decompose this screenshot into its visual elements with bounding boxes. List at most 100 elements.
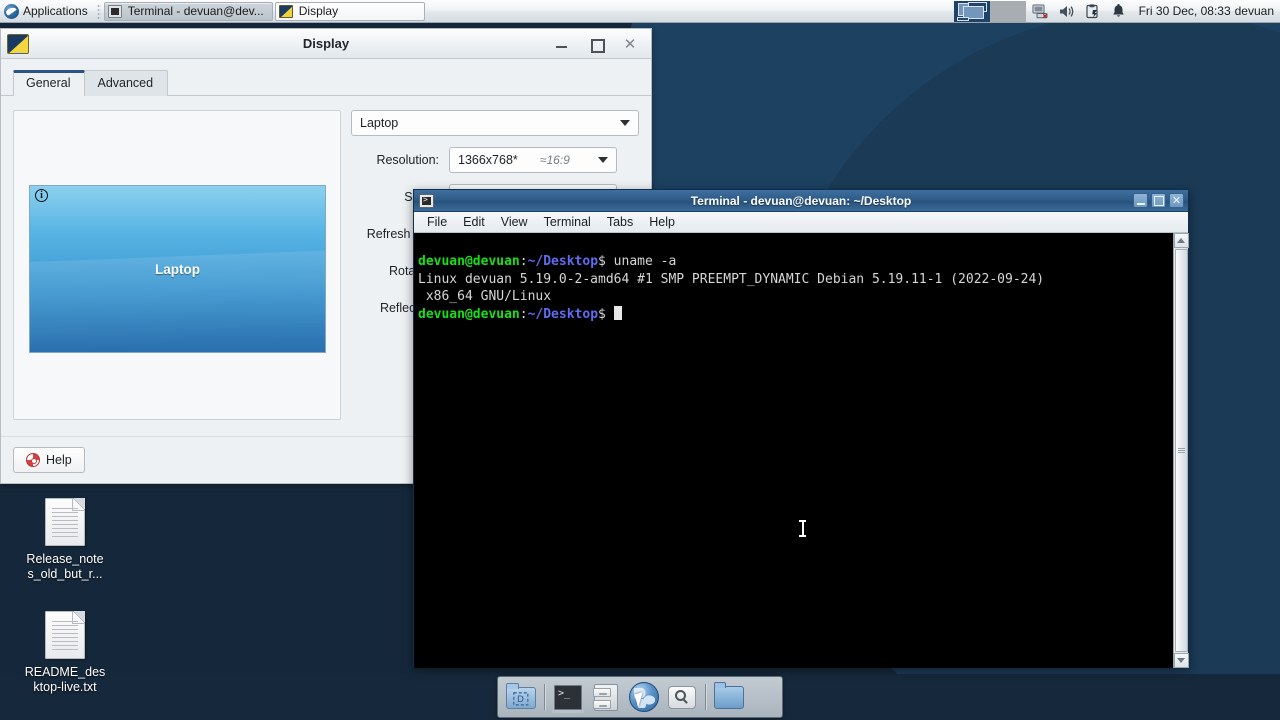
- terminal-line: devuan@devuan:~/Desktop$ uname -a: [418, 253, 1169, 271]
- chevron-down-icon: [620, 120, 630, 126]
- taskbar-item-terminal[interactable]: Terminal - devuan@dev...: [103, 1, 273, 21]
- svg-text:D: D: [517, 695, 524, 705]
- top-panel: Applications Terminal - devuan@dev... Di…: [0, 0, 1280, 23]
- prompt-path: ~/Desktop: [527, 253, 599, 269]
- dock-separator: [544, 684, 545, 710]
- resolution-combobox[interactable]: 1366x768* ≈16:9: [449, 147, 617, 173]
- network-disconnected-icon[interactable]: [1032, 4, 1049, 19]
- terminal-command: [606, 307, 614, 322]
- display-minimize-button[interactable]: [555, 37, 569, 51]
- taskbar-item-terminal-label: Terminal - devuan@dev...: [127, 4, 264, 18]
- terminal-minimize-button[interactable]: [1133, 193, 1148, 208]
- tab-advanced[interactable]: Advanced: [84, 70, 169, 96]
- dock-file-manager-folder-icon[interactable]: [713, 681, 745, 713]
- desktop-icon-label-line1: Release_note: [26, 552, 104, 566]
- monitor-preview-laptop[interactable]: i Laptop: [29, 185, 326, 353]
- prompt-dollar: $: [598, 253, 606, 269]
- terminal-cursor: [613, 306, 622, 321]
- notification-bell-icon[interactable]: [1110, 3, 1127, 19]
- prompt-user: devuan@devuan: [418, 307, 520, 323]
- menu-tabs[interactable]: Tabs: [599, 214, 641, 230]
- chevron-down-icon: [597, 157, 608, 163]
- clipboard-icon[interactable]: [1084, 3, 1101, 19]
- workspace-2-button[interactable]: [989, 0, 1026, 22]
- monitor-preview-label: Laptop: [155, 261, 200, 277]
- workspace-1-button[interactable]: [953, 0, 990, 22]
- menu-view[interactable]: View: [493, 214, 536, 230]
- monitor-preview-area[interactable]: i Laptop: [13, 110, 341, 420]
- terminal-close-button[interactable]: ✕: [1169, 193, 1184, 208]
- monitor-select-combobox[interactable]: Laptop: [351, 110, 639, 136]
- terminal-line: x86_64 GNU/Linux: [418, 289, 552, 305]
- help-button-label: Help: [46, 453, 72, 467]
- prompt-path: ~/Desktop: [527, 307, 599, 323]
- desktop-icon-label-line2: ktop-live.txt: [33, 680, 97, 694]
- terminal-content-area: devuan@devuan:~/Desktop$ uname -a Linux d…: [414, 233, 1189, 668]
- resolution-row: Resolution: 1366x768* ≈16:9: [351, 147, 639, 173]
- text-cursor-ibeam: [799, 520, 806, 537]
- terminal-line: Linux devuan 5.19.0-2-amd64 #1 SMP PREEM…: [418, 271, 1045, 287]
- terminal-titlebar[interactable]: Terminal - devuan@devuan: ~/Desktop ✕: [414, 190, 1188, 212]
- menu-help[interactable]: Help: [641, 214, 683, 230]
- aspect-ratio-hint: ≈16:9: [539, 153, 570, 167]
- dock-application-finder-icon[interactable]: D: [505, 681, 537, 713]
- document-file-icon: [45, 498, 85, 546]
- document-file-icon: [45, 611, 85, 659]
- resolution-value: 1366x768*: [458, 153, 518, 167]
- terminal-menubar: File Edit View Terminal Tabs Help: [414, 212, 1188, 233]
- menu-file[interactable]: File: [419, 214, 455, 230]
- display-window-title: Display: [302, 36, 350, 51]
- desktop-icon-label-line1: README_des: [24, 665, 106, 679]
- dock-separator: [705, 684, 706, 710]
- window-tasklist: Terminal - devuan@dev... Display: [103, 1, 425, 21]
- scrollbar-thumb[interactable]: [1174, 249, 1188, 652]
- applications-menu-label: Applications: [23, 4, 88, 18]
- menu-terminal[interactable]: Terminal: [536, 214, 599, 230]
- desktop-icon-readme[interactable]: README_des ktop-live.txt: [10, 611, 120, 695]
- dock-search-icon[interactable]: [666, 681, 698, 713]
- scroll-up-button[interactable]: [1173, 233, 1189, 248]
- terminal-maximize-button[interactable]: [1151, 193, 1166, 208]
- clock[interactable]: Fri 30 Dec, 08:33: [1135, 4, 1235, 18]
- terminal-screen[interactable]: devuan@devuan:~/Desktop$ uname -a Linux d…: [414, 233, 1173, 668]
- display-window-titlebar[interactable]: Display ✕: [1, 29, 651, 59]
- scroll-down-button[interactable]: [1173, 653, 1189, 668]
- scrollbar-grip: [1177, 448, 1185, 453]
- volume-icon[interactable]: [1058, 4, 1075, 19]
- display-maximize-button[interactable]: [589, 37, 605, 53]
- terminal-line: devuan@devuan:~/Desktop$: [418, 306, 1169, 324]
- pager-window-d: [956, 16, 969, 21]
- prompt-separator: :: [519, 307, 528, 323]
- dock-terminal-icon[interactable]: >_: [552, 681, 584, 713]
- monitor-select-value: Laptop: [360, 116, 399, 130]
- terminal-window-title: Terminal - devuan@devuan: ~/Desktop: [690, 193, 912, 208]
- dock-panel: D >_: [497, 676, 783, 718]
- display-tabs: General Advanced: [1, 59, 651, 96]
- help-button[interactable]: Help: [13, 447, 85, 473]
- taskbar-item-display-label: Display: [298, 4, 339, 18]
- devuan-logo-icon: [4, 3, 19, 19]
- system-tray: [1032, 3, 1135, 19]
- tab-general[interactable]: General: [13, 70, 86, 96]
- dock-web-browser-icon[interactable]: [628, 681, 660, 713]
- display-icon: [278, 4, 293, 18]
- help-lifering-icon: [26, 453, 40, 467]
- resolution-label: Resolution:: [376, 153, 439, 167]
- terminal-icon: [107, 4, 122, 18]
- info-icon[interactable]: i: [35, 189, 48, 202]
- desktop-icon-label-line2: s_old_but_r...: [27, 567, 103, 581]
- display-close-button[interactable]: ✕: [623, 36, 637, 51]
- terminal-window: Terminal - devuan@devuan: ~/Desktop ✕ Fi…: [413, 189, 1189, 668]
- prompt-dollar: $: [598, 307, 606, 323]
- username-label[interactable]: devuan: [1235, 4, 1280, 18]
- menu-edit[interactable]: Edit: [455, 214, 493, 230]
- terminal-command: uname -a: [605, 253, 677, 269]
- applications-menu-button[interactable]: Applications: [0, 0, 94, 23]
- panel-handle[interactable]: [96, 3, 101, 19]
- desktop-icon-release-notes[interactable]: Release_note s_old_but_r...: [10, 498, 120, 582]
- terminal-scrollbar[interactable]: [1173, 233, 1189, 668]
- dock-file-cabinet-icon[interactable]: [590, 681, 622, 713]
- workspace-pager[interactable]: [953, 0, 1026, 22]
- taskbar-item-display[interactable]: Display: [274, 1, 425, 21]
- prompt-separator: :: [519, 253, 528, 269]
